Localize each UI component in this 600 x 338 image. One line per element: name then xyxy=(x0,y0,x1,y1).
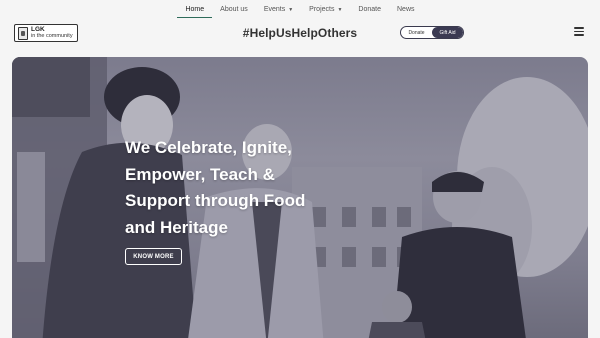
nav-home-label: Home xyxy=(185,6,205,13)
hero-title: We Celebrate, Ignite, Empower, Teach & S… xyxy=(125,138,306,237)
site-header: LGK in the community #HelpUsHelpOthers D… xyxy=(0,18,600,52)
know-more-button[interactable]: KNOW MORE xyxy=(125,248,182,265)
nav-projects[interactable]: Projects ▼ xyxy=(301,0,350,18)
nav-news[interactable]: News xyxy=(389,0,423,18)
hamburger-line xyxy=(574,34,584,36)
nav-about-label: About us xyxy=(220,6,248,13)
nav-donate[interactable]: Donate xyxy=(350,0,389,18)
donate-giftaid-toggle[interactable]: Donate Gift Aid xyxy=(400,26,464,39)
toggle-donate-option[interactable]: Donate xyxy=(401,27,432,38)
chevron-down-icon: ▼ xyxy=(337,7,343,13)
chevron-down-icon: ▼ xyxy=(288,7,294,13)
hamburger-line xyxy=(574,27,584,29)
top-navigation: Home About us Events ▼ Projects ▼ Donate N… xyxy=(0,0,600,18)
hamburger-menu-icon[interactable] xyxy=(574,27,584,36)
nav-events[interactable]: Events ▼ xyxy=(256,0,301,18)
toggle-giftaid-option[interactable]: Gift Aid xyxy=(432,27,463,38)
nav-events-label: Events xyxy=(263,6,286,13)
nav-projects-label: Projects xyxy=(309,6,335,13)
nav-home[interactable]: Home xyxy=(177,0,212,18)
hero-banner: We Celebrate, Ignite, Empower, Teach & S… xyxy=(12,57,588,338)
nav-news-label: News xyxy=(397,6,415,13)
nav-about-us[interactable]: About us xyxy=(212,0,256,18)
hashtag-heading: #HelpUsHelpOthers xyxy=(242,26,358,40)
hamburger-line xyxy=(574,30,584,33)
nav-donate-label: Donate xyxy=(358,6,381,13)
